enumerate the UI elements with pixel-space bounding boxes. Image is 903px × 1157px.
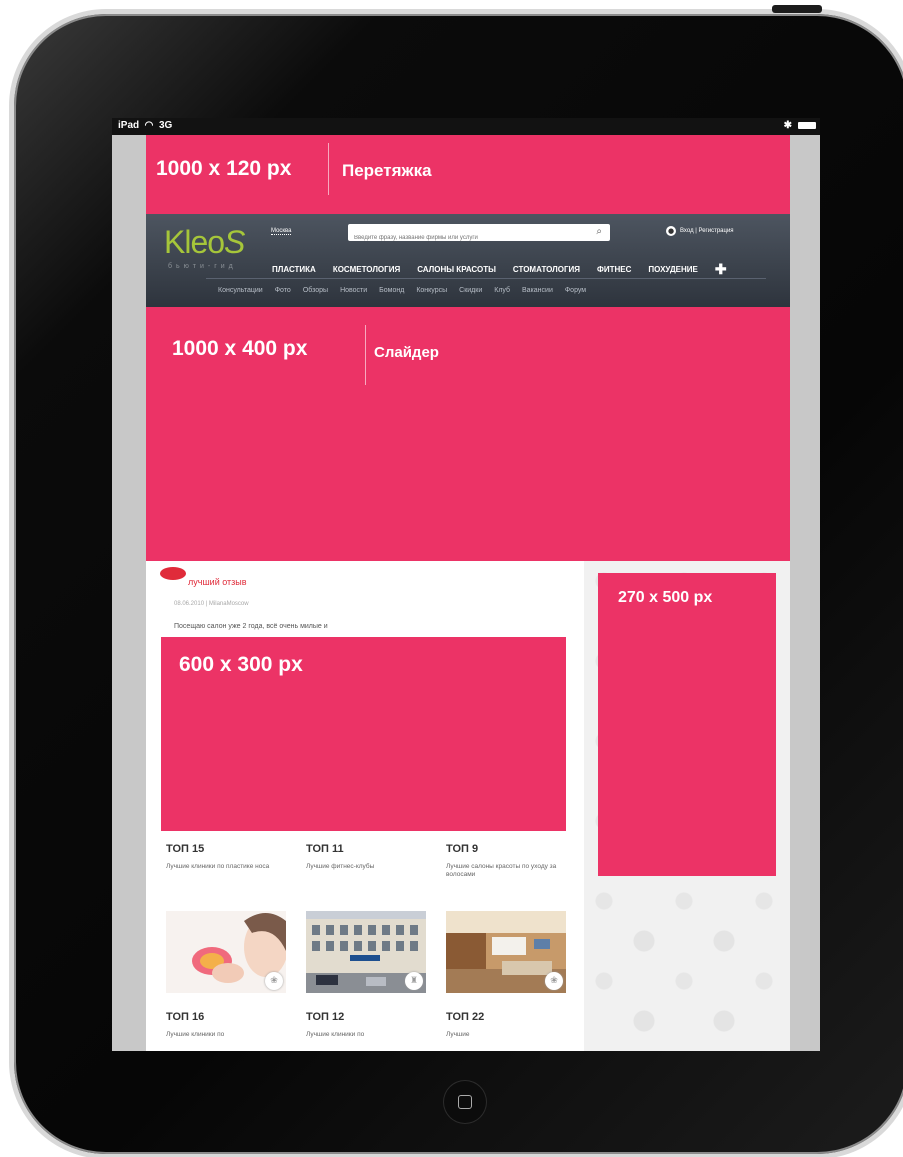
top-desc: Лучшие	[446, 1031, 470, 1038]
nav-item-plastika[interactable]: ПЛАСТИКА	[272, 265, 316, 274]
top-desc: Лучшие клиники по пластике носа	[166, 863, 270, 870]
slider-placeholder[interactable]: 1000 x 400 px Слайдер	[146, 307, 790, 561]
auth-links[interactable]: ● Вход | Регистрация	[666, 226, 734, 236]
ad-270-placeholder[interactable]: 270 x 500 px	[598, 573, 776, 876]
banner-size: 1000 x 120 px	[156, 157, 292, 180]
top-card[interactable]: ТОП 11 Лучшие фитнес-клубы	[306, 843, 430, 871]
top-desc: Лучшие фитнес-клубы	[306, 863, 375, 870]
ad-600-size: 600 x 300 px	[179, 653, 303, 676]
logo-text: Kleo	[164, 224, 225, 260]
slider-label: Слайдер	[374, 344, 439, 361]
subnav-item[interactable]: Консультации	[218, 287, 263, 294]
review-title[interactable]: лучший отзыв	[188, 577, 247, 587]
top-thumbnail[interactable]: ❀	[166, 911, 286, 993]
category-badge-icon: ❀	[545, 972, 563, 990]
top-title: ТОП 22	[446, 1011, 485, 1023]
site-logo[interactable]: KleoS	[164, 224, 245, 261]
top-title: ТОП 11	[306, 843, 344, 855]
nav-item-pokhudenie[interactable]: ПОХУДЕНИЕ	[648, 265, 697, 274]
top-desc: Лучшие клиники по	[306, 1031, 365, 1038]
bluetooth-icon: ✱	[783, 120, 792, 131]
network-label: 3G	[158, 120, 173, 131]
subnav-item[interactable]: Форум	[565, 287, 586, 294]
power-button	[772, 5, 822, 13]
wifi-icon: ◠	[141, 120, 157, 131]
top-card[interactable]: ТОП 22 Лучшие	[446, 1011, 570, 1039]
nav-item-stomatologiya[interactable]: СТОМАТОЛОГИЯ	[513, 265, 580, 274]
subnav-item[interactable]: Обзоры	[303, 287, 328, 294]
review-meta: 08.06.2010 | MilanaMoscow	[174, 601, 249, 607]
tooth-icon: ♜	[405, 972, 423, 990]
nav-item-salony[interactable]: САЛОНЫ КРАСОТЫ	[417, 265, 496, 274]
main-content: лучший отзыв 08.06.2010 | MilanaMoscow П…	[146, 561, 584, 1051]
subnav-item[interactable]: Вакансии	[522, 287, 553, 294]
speech-bubble-icon	[160, 567, 186, 580]
ad-600-placeholder[interactable]: 600 x 300 px	[161, 637, 566, 831]
subnav-item[interactable]: Скидки	[459, 287, 482, 294]
home-button[interactable]	[443, 1080, 487, 1124]
top-thumbnail[interactable]: ❀	[446, 911, 566, 993]
plus-icon[interactable]: ✚	[715, 261, 727, 278]
top-card[interactable]: ТОП 15 Лучшие клиники по пластике носа	[166, 843, 290, 871]
top-card[interactable]: ТОП 12 Лучшие клиники по	[306, 1011, 430, 1039]
category-badge-icon: ❀	[265, 972, 283, 990]
subnav-item[interactable]: Новости	[340, 287, 367, 294]
status-bar: iPad ◠ 3G ✱	[112, 118, 820, 135]
banner-divider	[328, 143, 329, 195]
ipad-screen: iPad ◠ 3G ✱ 1000 x 120 px Перетяжка Kleo…	[112, 118, 820, 1051]
city-selector[interactable]: Москва	[271, 228, 292, 235]
top-title: ТОП 16	[166, 1011, 205, 1023]
top-title: ТОП 12	[306, 1011, 345, 1023]
top-banner-placeholder[interactable]: 1000 x 120 px Перетяжка	[146, 135, 790, 214]
search-box: ⌕	[348, 224, 610, 247]
top-title: ТОП 15	[166, 843, 205, 855]
sub-nav: Консультации Фото Обзоры Новости Бомонд …	[218, 287, 586, 294]
device-name: iPad	[118, 120, 140, 131]
logo-tail: S	[224, 224, 245, 260]
home-square-icon	[458, 1095, 472, 1109]
top-title: ТОП 9	[446, 843, 479, 855]
site-header: KleoS бьюти-гид Москва ⌕ ● Вход | Регист…	[146, 214, 790, 307]
web-page: 1000 x 120 px Перетяжка KleoS бьюти-гид …	[146, 135, 790, 1051]
battery-icon	[798, 122, 816, 129]
top-desc: Лучшие салоны красоты по уходу за волоса…	[446, 863, 557, 878]
subnav-item[interactable]: Фото	[275, 287, 291, 294]
slider-divider	[365, 325, 366, 385]
user-icon: ●	[666, 226, 676, 236]
search-icon[interactable]: ⌕	[596, 226, 602, 237]
slider-size: 1000 x 400 px	[172, 337, 308, 360]
main-nav: ПЛАСТИКА КОСМЕТОЛОГИЯ САЛОНЫ КРАСОТЫ СТО…	[272, 261, 727, 278]
auth-label[interactable]: Вход | Регистрация	[680, 228, 734, 234]
nav-divider	[206, 278, 766, 279]
sidebar: 270 x 500 px	[584, 561, 790, 1051]
top-desc: Лучшие клиники по	[166, 1031, 225, 1038]
nav-item-kosmetologiya[interactable]: КОСМЕТОЛОГИЯ	[333, 265, 400, 274]
top-card[interactable]: ТОП 16 Лучшие клиники по	[166, 1011, 290, 1039]
search-input[interactable]	[348, 229, 590, 247]
review-text: Посещаю салон уже 2 года, всё очень милы…	[174, 623, 328, 630]
nav-item-fitnes[interactable]: ФИТНЕС	[597, 265, 631, 274]
banner-label: Перетяжка	[342, 161, 432, 180]
logo-tagline: бьюти-гид	[168, 263, 237, 270]
subnav-item[interactable]: Конкурсы	[416, 287, 447, 294]
subnav-item[interactable]: Клуб	[494, 287, 510, 294]
top-card[interactable]: ТОП 9 Лучшие салоны красоты по уходу за …	[446, 843, 570, 879]
ad-270-size: 270 x 500 px	[618, 589, 713, 606]
top-thumbnail[interactable]: ♜	[306, 911, 426, 993]
subnav-item[interactable]: Бомонд	[379, 287, 404, 294]
